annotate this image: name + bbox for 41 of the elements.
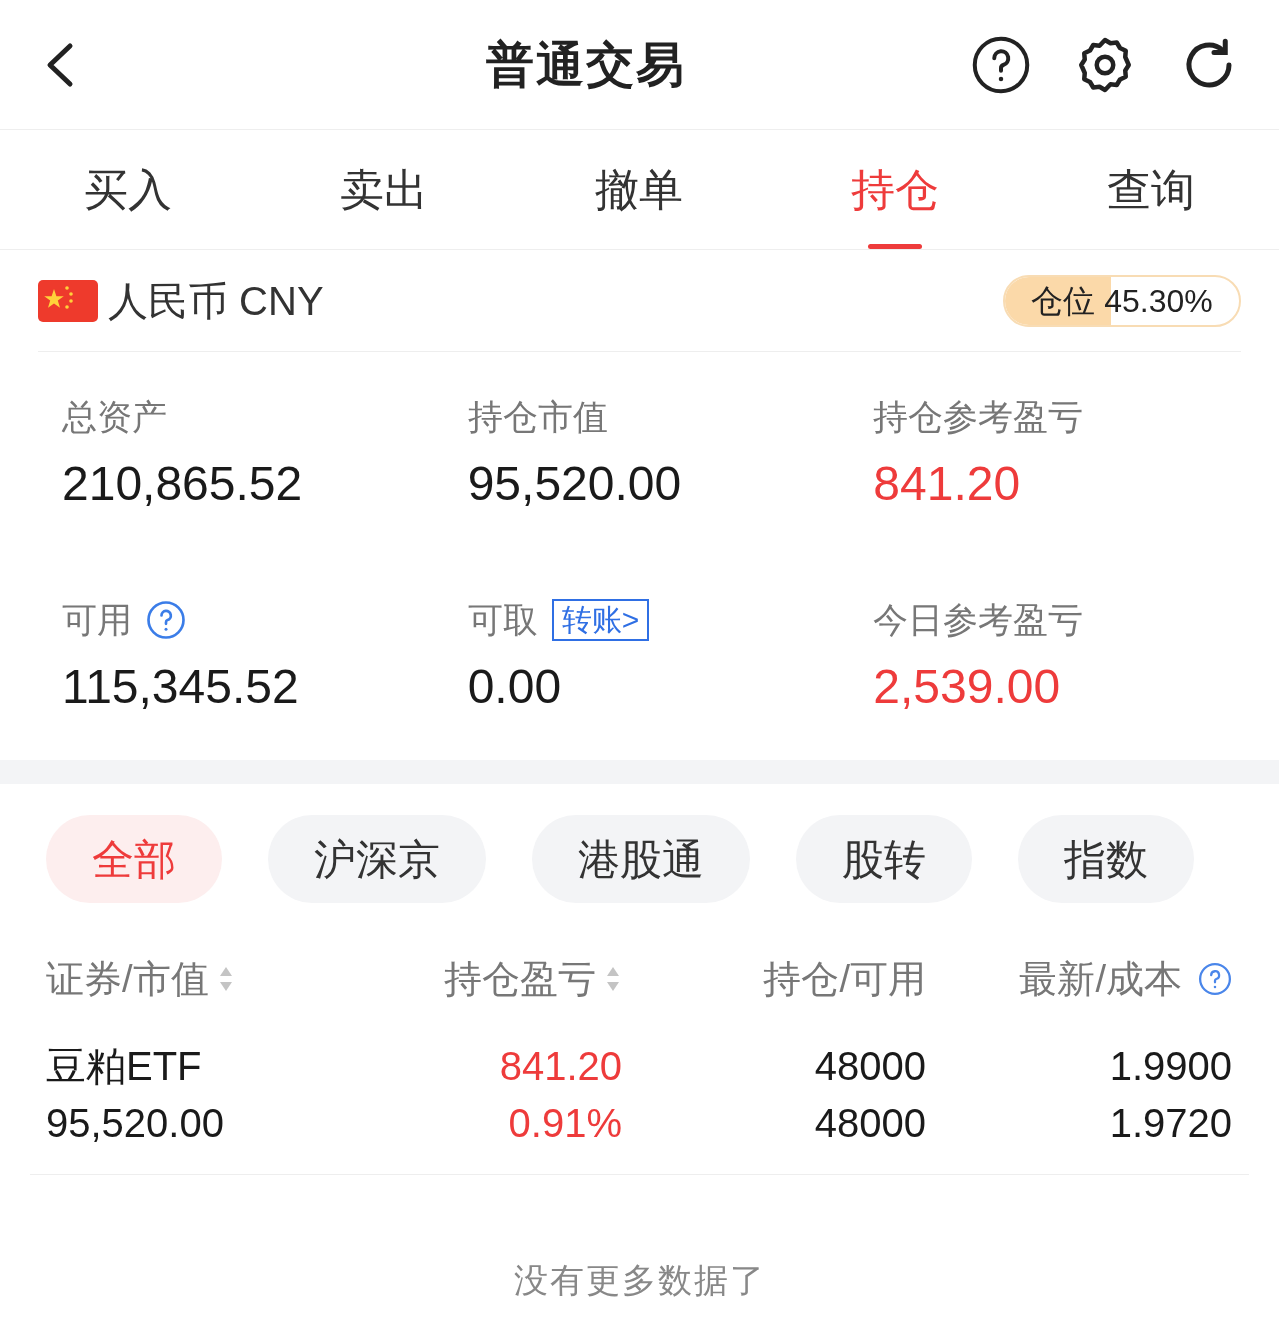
page-title: 普通交易 xyxy=(485,36,686,93)
stat-value: 2,539.00 xyxy=(873,659,1062,715)
column-header: 最新/成本 xyxy=(1019,956,1182,1002)
position-label: 仓位 45.30% xyxy=(1031,281,1213,321)
transfer-link[interactable]: 转账> xyxy=(551,599,650,641)
filter-chip[interactable]: 指数 xyxy=(1018,815,1194,903)
position-pnl: 841.20 xyxy=(499,1043,622,1090)
stat-label: 持仓市值 xyxy=(467,395,608,438)
market-value: 95,520.00 xyxy=(46,1100,224,1147)
column-header: 持仓盈亏 xyxy=(444,956,596,1002)
stat-value: 210,865.52 xyxy=(62,456,304,512)
position-quantity: 48000 xyxy=(814,1043,926,1090)
tab[interactable]: 查询 xyxy=(1023,130,1279,249)
tab[interactable]: 卖出 xyxy=(255,130,512,249)
filter-chip[interactable]: 全部 xyxy=(46,815,222,903)
column-header: 持仓/可用 xyxy=(763,956,926,1002)
stat-value: 0.00 xyxy=(467,659,563,715)
stat-label: 可取 xyxy=(467,598,538,641)
stat-label: 可用 xyxy=(62,598,132,641)
tab[interactable]: 撤单 xyxy=(511,130,768,249)
tab[interactable]: 持仓 xyxy=(767,130,1024,249)
stat-label: 持仓参考盈亏 xyxy=(873,395,1084,438)
column-header: 证券/市值 xyxy=(46,956,209,1002)
no-more-data-text: 没有更多数据了 xyxy=(513,1260,766,1301)
stat-label: 今日参考盈亏 xyxy=(873,598,1084,641)
stat-value: 841.20 xyxy=(873,456,1022,512)
security-name: 豆粕ETF xyxy=(46,1043,202,1090)
pnl-percent: 0.91% xyxy=(508,1100,622,1147)
available-quantity: 48000 xyxy=(814,1100,926,1147)
latest-price: 1.9900 xyxy=(1109,1043,1232,1090)
filter-chip[interactable]: 股转 xyxy=(796,815,972,903)
currency-label: 人民币 CNY xyxy=(108,277,324,325)
filter-chip[interactable]: 港股通 xyxy=(532,815,750,903)
flag-icon xyxy=(38,279,98,322)
stat-label: 总资产 xyxy=(62,395,167,438)
stat-value: 95,520.00 xyxy=(467,456,683,512)
stat-value: 115,345.52 xyxy=(62,659,300,715)
tab[interactable]: 买入 xyxy=(0,130,256,249)
help-icon[interactable] xyxy=(971,34,1031,95)
filter-chip[interactable]: 沪深京 xyxy=(268,815,486,903)
cost-price: 1.9720 xyxy=(1109,1100,1232,1147)
